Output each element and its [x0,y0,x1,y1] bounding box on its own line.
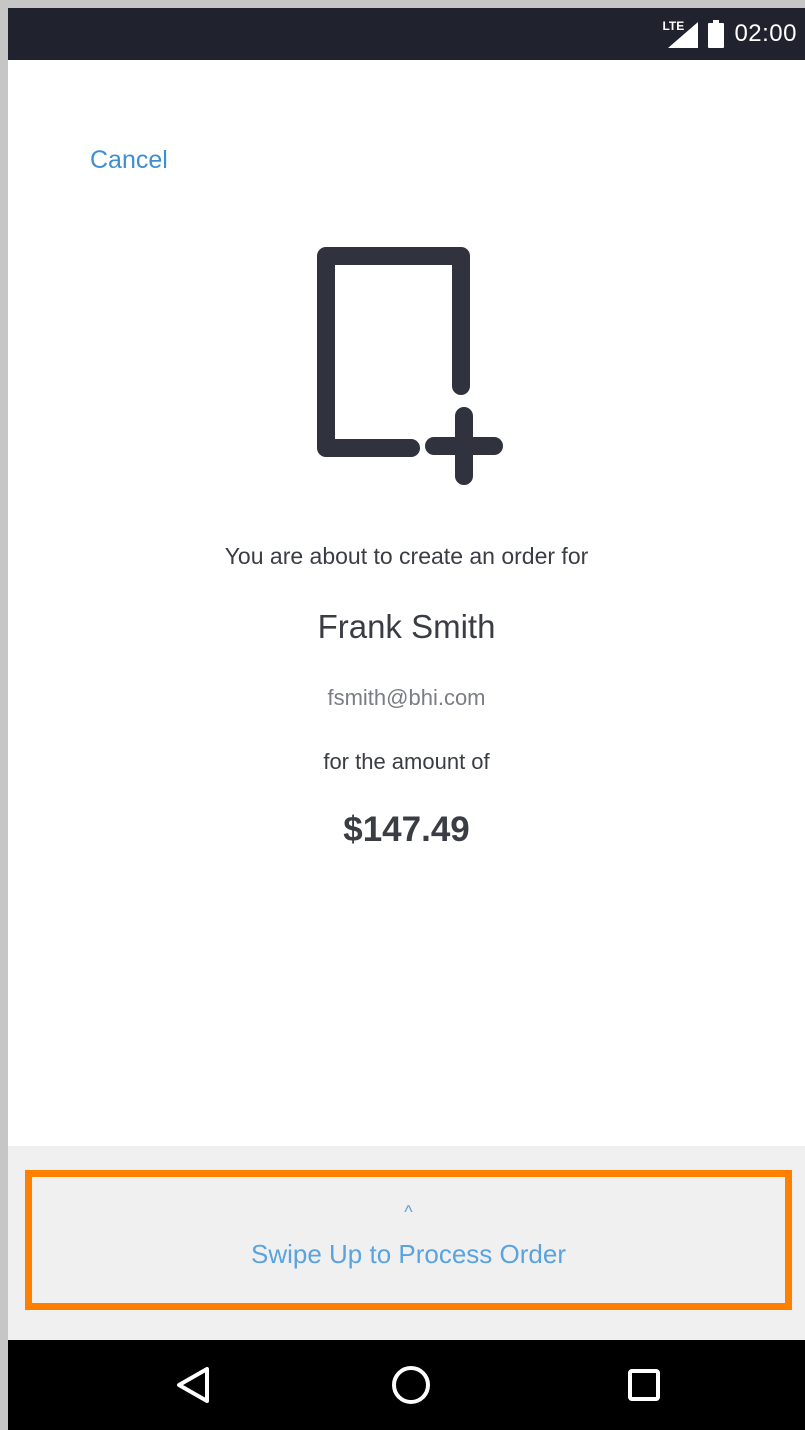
order-amount: $147.49 [343,810,470,849]
swipe-label: Swipe Up to Process Order [250,1238,566,1269]
signal-strength-icon [668,22,699,48]
status-bar: LTE 02:00 [8,8,805,60]
screen-border-top [0,0,805,8]
back-icon[interactable] [168,1360,218,1410]
new-order-icon [316,246,506,493]
order-confirmation-screen: LTE 02:00 Cancel You are about to create… [0,0,805,1430]
android-nav-bar [8,1340,805,1430]
home-icon[interactable] [386,1360,436,1410]
swipe-panel: ^ Swipe Up to Process Order [8,1146,805,1340]
swipe-to-process-handle[interactable]: ^ Swipe Up to Process Order [25,1170,792,1310]
customer-email: fsmith@bhi.com [327,685,486,710]
screen-border-left [0,0,8,1430]
amount-label: for the amount of [323,749,490,774]
order-intro-text: You are about to create an order for [224,543,589,569]
customer-name: Frank Smith [317,608,496,645]
recents-icon[interactable] [619,1360,669,1410]
status-time: 02:00 [734,20,797,47]
lte-signal-icon: LTE [662,20,699,48]
chevron-up-icon: ^ [404,1201,413,1222]
cancel-button[interactable]: Cancel [90,146,168,175]
battery-icon [708,20,725,48]
status-icons: LTE 02:00 [662,8,797,60]
